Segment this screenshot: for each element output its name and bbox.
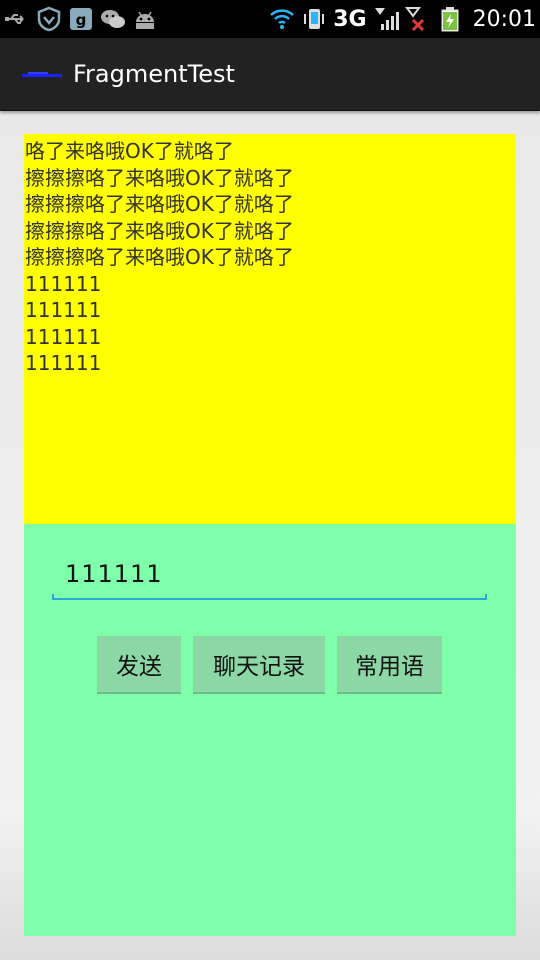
status-bar-notifications: g	[4, 0, 158, 38]
chat-message: 111111	[25, 351, 102, 375]
app-logo-icon[interactable]	[20, 68, 64, 82]
battery-charging-icon	[437, 6, 463, 32]
input-underline	[52, 594, 487, 600]
signal-icon	[373, 6, 399, 32]
chat-message: 咯了来咯哦OK了就咯了	[25, 139, 234, 163]
wifi-icon	[269, 6, 295, 32]
shield-icon	[36, 6, 62, 32]
message-input-panel: 111111 发送 聊天记录 常用语	[24, 524, 516, 936]
no-signal-icon	[404, 6, 431, 32]
chat-history-button[interactable]: 聊天记录	[193, 636, 325, 694]
message-input-value: 111111	[65, 560, 163, 588]
chat-message: 111111	[25, 324, 102, 349]
clock: 20:01	[472, 6, 536, 32]
chat-message-list: 咯了来咯哦OK了就咯了 擦擦擦咯了来咯哦OK了就咯了 擦擦擦咯了来咯哦OK了就咯…	[24, 134, 516, 377]
chat-message: 擦擦擦咯了来咯哦OK了就咯了	[25, 245, 294, 269]
chat-message: 111111	[25, 298, 102, 322]
svg-text:g: g	[76, 11, 87, 29]
common-phrases-button[interactable]: 常用语	[337, 636, 442, 694]
chat-message: 擦擦擦咯了来咯哦OK了就咯了	[25, 165, 294, 190]
chat-message: 111111	[25, 271, 102, 296]
usb-icon	[4, 6, 30, 32]
network-type: 3G	[333, 6, 367, 32]
app-title: FragmentTest	[73, 60, 235, 88]
phone-vibrate-icon	[301, 6, 327, 32]
chat-message: 擦擦擦咯了来咯哦OK了就咯了	[25, 218, 294, 243]
chat-history-panel: 咯了来咯哦OK了就咯了 擦擦擦咯了来咯哦OK了就咯了 擦擦擦咯了来咯哦OK了就咯…	[24, 134, 516, 524]
message-input[interactable]: 111111	[52, 554, 487, 600]
wechat-icon	[100, 6, 126, 32]
status-bar-system: 3G 20:01	[269, 0, 536, 38]
gallery-icon: g	[68, 6, 94, 32]
chat-message: 擦擦擦咯了来咯哦OK了就咯了	[25, 192, 294, 216]
action-button-row: 发送 聊天记录 常用语	[24, 636, 516, 694]
status-bar: g 3G 20:01	[0, 0, 540, 38]
action-bar: FragmentTest	[0, 38, 540, 111]
android-icon	[132, 6, 158, 32]
send-button[interactable]: 发送	[97, 636, 181, 694]
